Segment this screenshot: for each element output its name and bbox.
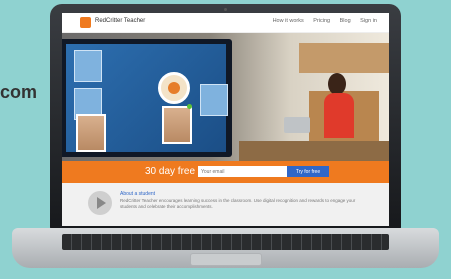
laptop-screen: RedCritter Teacher How it works Pricing …	[62, 13, 389, 226]
nav-how-it-works[interactable]: How it works	[273, 18, 304, 24]
try-for-free-button[interactable]: Try for free	[287, 166, 329, 177]
teacher-head	[328, 73, 346, 95]
student-tile	[200, 84, 228, 116]
student-tile	[74, 50, 102, 82]
student-photo	[76, 114, 106, 152]
nav-blog[interactable]: Blog	[340, 18, 351, 24]
shelf	[299, 43, 389, 73]
classroom-display	[62, 39, 232, 157]
logo-text[interactable]: RedCritter Teacher	[95, 18, 145, 24]
side-text: com	[0, 82, 38, 102]
hero-image	[62, 33, 389, 161]
online-status-icon	[187, 104, 192, 109]
site-header: RedCritter Teacher How it works Pricing …	[62, 13, 389, 33]
about-title[interactable]: About a student	[120, 191, 155, 197]
desk	[239, 141, 389, 161]
award-badge-icon	[158, 72, 190, 104]
webcam-icon	[224, 8, 227, 11]
keyboard	[62, 234, 389, 250]
laptop-base	[12, 228, 439, 268]
display-screen	[66, 44, 228, 152]
about-section: About a student RedCritter Teacher encou…	[62, 183, 389, 226]
nav-pricing[interactable]: Pricing	[313, 18, 330, 24]
teacher-body	[324, 93, 354, 138]
touchpad	[190, 253, 262, 266]
nav-bar: How it works Pricing Blog Sign in	[265, 18, 377, 24]
email-input[interactable]	[198, 166, 290, 177]
nav-sign-in[interactable]: Sign in	[360, 18, 377, 24]
student-photo	[162, 106, 192, 144]
signup-band: 30 day free trial Try for free	[62, 161, 389, 183]
laptop-lid: RedCritter Teacher How it works Pricing …	[50, 4, 401, 229]
play-video-icon[interactable]	[88, 191, 112, 215]
logo-icon[interactable]	[80, 17, 91, 28]
about-body: RedCritter Teacher encourages learning s…	[120, 198, 356, 209]
small-laptop	[284, 117, 310, 133]
